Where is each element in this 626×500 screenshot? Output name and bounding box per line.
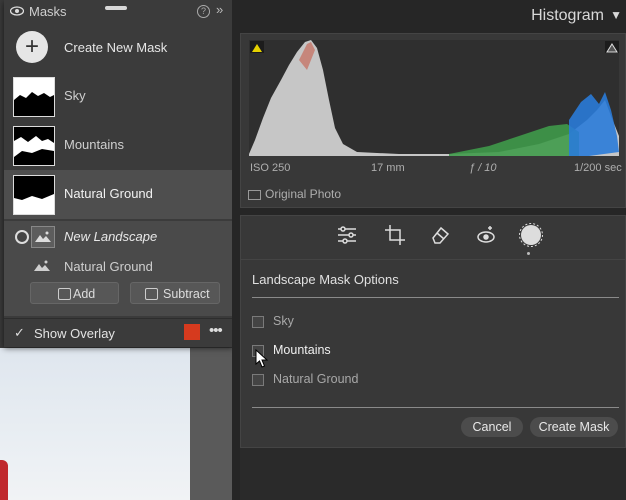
histogram-title: Histogram (531, 7, 604, 24)
masks-panel: Masks ? » + Create New Mask Sky Mountain… (4, 0, 234, 347)
original-photo-label: Original Photo (265, 187, 342, 201)
add-icon (58, 288, 71, 300)
redeye-icon[interactable] (475, 224, 497, 246)
original-photo-toggle[interactable]: Original Photo (248, 187, 341, 201)
active-tool-indicator (527, 252, 530, 255)
create-new-mask-button[interactable]: + Create New Mask (4, 29, 234, 69)
histogram-header[interactable]: Histogram ▼ (232, 0, 626, 33)
mountains-mask-thumbnail (13, 126, 55, 166)
natural-ground-mask-thumbnail (13, 175, 55, 215)
option-mountains[interactable]: Mountains (252, 342, 372, 360)
exif-shutter-speed: 1/200 sec (574, 162, 622, 174)
component-natural-ground[interactable]: Natural Ground (4, 251, 234, 281)
photo-red-object (0, 460, 8, 500)
highlight-clipping-icon[interactable] (605, 41, 619, 53)
divider (252, 297, 619, 298)
right-panel: Histogram ▼ ISO 250 17 mm ƒ / 10 1/200 s… (232, 0, 626, 500)
original-photo-checkbox (248, 189, 261, 200)
shadow-clipping-icon[interactable] (250, 41, 264, 53)
option-sky[interactable]: Sky (252, 313, 372, 331)
subtract-icon (145, 288, 158, 300)
options-title: Landscape Mask Options (252, 272, 399, 287)
mask-label: Mountains (64, 137, 124, 152)
mouse-pointer-icon (255, 349, 269, 368)
mask-label: Natural Ground (64, 186, 153, 201)
natural-ground-checkbox[interactable] (252, 374, 264, 386)
show-overlay-label: Show Overlay (34, 326, 115, 341)
panel-footer (240, 448, 626, 500)
masks-header: Masks ? » (4, 0, 234, 24)
collapse-icon[interactable]: » (216, 2, 223, 17)
mask-label: Sky (64, 88, 86, 103)
mask-item-sky[interactable]: Sky (4, 72, 234, 121)
exif-aperture: ƒ / 10 (469, 162, 497, 174)
option-natural-ground[interactable]: Natural Ground (252, 371, 392, 389)
option-label: Sky (273, 314, 294, 328)
divider (252, 407, 619, 408)
more-options-icon[interactable]: ••• (209, 322, 223, 339)
option-label: Mountains (273, 343, 331, 357)
component-new-landscape[interactable]: New Landscape (4, 221, 234, 251)
exif-iso: ISO 250 (250, 162, 291, 174)
create-new-mask-label: Create New Mask (64, 40, 168, 55)
eraser-icon[interactable] (429, 224, 451, 246)
crop-icon[interactable] (384, 224, 406, 246)
histogram-graph (249, 40, 619, 156)
component-label: Natural Ground (64, 259, 153, 274)
subtract-button[interactable]: Subtract (130, 282, 220, 304)
chevron-down-icon[interactable]: ▼ (610, 8, 622, 22)
eye-icon[interactable] (10, 6, 24, 16)
add-button[interactable]: Add (30, 282, 119, 304)
help-icon[interactable]: ? (197, 5, 210, 18)
drag-handle[interactable] (105, 6, 127, 10)
exif-focal-length: 17 mm (371, 162, 405, 174)
mask-item-mountains[interactable]: Mountains (4, 121, 234, 170)
create-mask-button[interactable]: Create Mask (530, 417, 618, 437)
target-icon[interactable] (15, 230, 29, 244)
sliders-icon[interactable] (336, 224, 358, 246)
cancel-button[interactable]: Cancel (461, 417, 523, 437)
masks-title: Masks (29, 4, 67, 19)
option-label: Natural Ground (273, 372, 359, 386)
histogram-panel: ISO 250 17 mm ƒ / 10 1/200 sec Original … (240, 33, 626, 208)
plus-icon: + (16, 31, 48, 63)
sky-mask-thumbnail (13, 77, 55, 117)
landscape-mask-options: Landscape Mask Options Sky Mountains Nat… (240, 260, 626, 448)
landscape-icon (31, 256, 53, 276)
tool-strip (240, 215, 626, 260)
overlay-color-swatch[interactable] (184, 324, 200, 340)
landscape-icon (31, 226, 55, 248)
overlay-bar: ✓ Show Overlay ••• (4, 318, 234, 347)
show-overlay-checkbox[interactable]: ✓ (14, 325, 25, 341)
photo-preview (0, 348, 190, 500)
mask-item-natural-ground[interactable]: Natural Ground (4, 170, 234, 219)
component-label: New Landscape (64, 229, 158, 244)
masking-icon[interactable] (518, 222, 544, 248)
sky-checkbox[interactable] (252, 316, 264, 328)
photo-edge (190, 348, 232, 500)
